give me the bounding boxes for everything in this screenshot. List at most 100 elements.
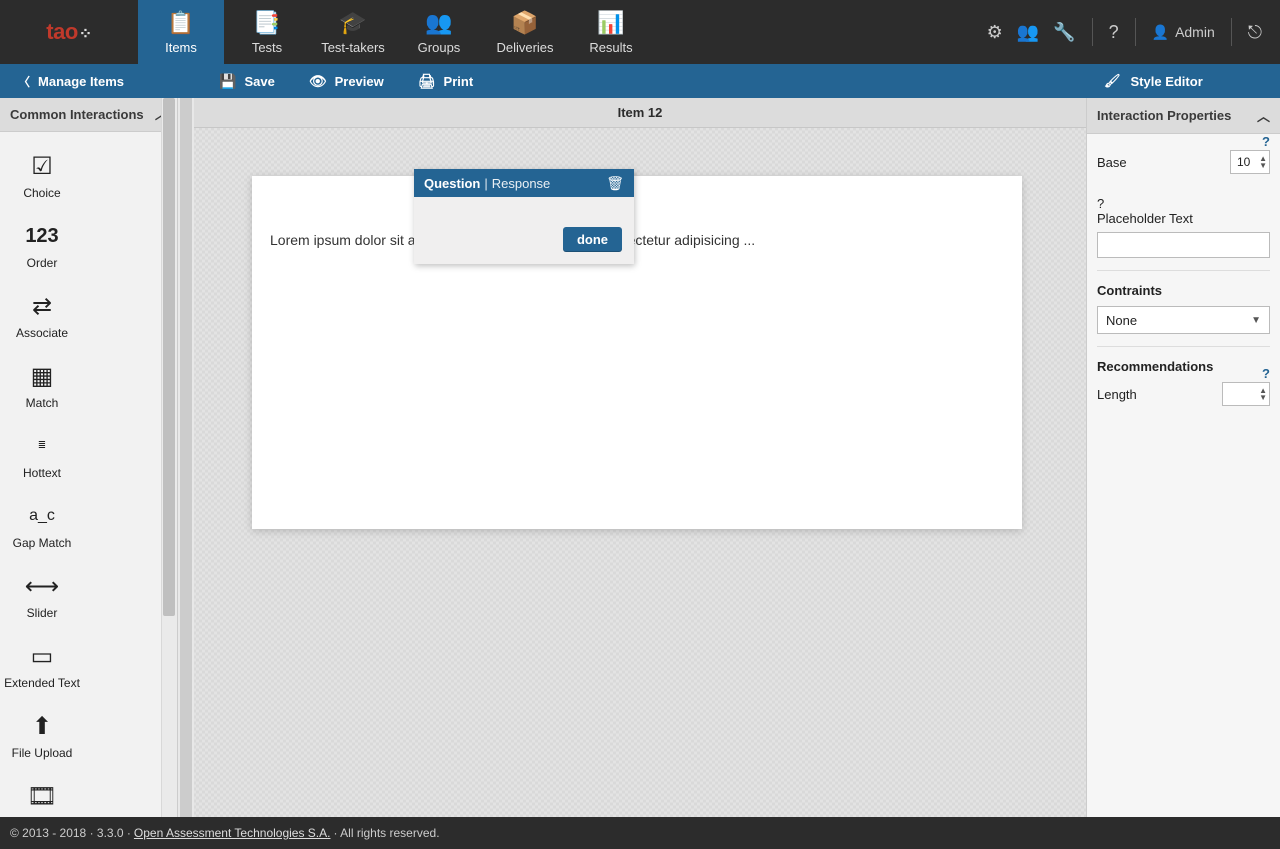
spinner-icon[interactable]: ▲▼: [1259, 387, 1267, 401]
tab-question[interactable]: Question: [424, 176, 480, 191]
divider: [1092, 18, 1093, 46]
placeholder-input[interactable]: [1097, 232, 1270, 258]
left-panel: Common Interactions ︿ ☑ Choice 123 Order ⇄…: [0, 98, 178, 817]
fileupload-icon: ⬆: [32, 712, 52, 740]
palette-label: Choice: [23, 186, 60, 200]
palette-media[interactable]: 🎞Media: [2, 772, 82, 817]
nav-items-testtakers[interactable]: 🎓 Test-takers: [310, 0, 396, 64]
palette-order[interactable]: 123 Order: [2, 212, 82, 282]
top-tools: ⚙ 👥 🔧 ? 👤 Admin ⎋: [987, 0, 1280, 64]
user-icon: 👤: [1152, 24, 1169, 41]
length-label: Length: [1097, 387, 1137, 402]
palette-associate[interactable]: ⇄Associate: [2, 282, 82, 352]
canvas-title: Item 12: [194, 98, 1086, 128]
preview-label: Preview: [335, 74, 384, 89]
hottext-icon: ≣: [38, 432, 46, 460]
canvas: Item 12 Lorem ipsum dolor sit amet, cons…: [194, 98, 1086, 817]
nav-items-results[interactable]: 📊 Results: [568, 0, 654, 64]
style-editor-label: Style Editor: [1131, 74, 1203, 89]
users-icon[interactable]: 👥: [1017, 22, 1039, 43]
scrollbar[interactable]: [161, 98, 177, 817]
nav-items-tests[interactable]: 📑 Tests: [224, 0, 310, 64]
chevron-left-icon: 〈: [18, 73, 30, 90]
order-icon: 123: [25, 222, 58, 250]
deliveries-icon: 📦: [511, 10, 538, 36]
footer-link[interactable]: Open Assessment Technologies S.A.: [134, 826, 331, 840]
extendedtext-icon: ▭: [31, 642, 54, 670]
nav-label: Test-takers: [321, 40, 385, 55]
help-icon[interactable]: ?: [1109, 22, 1119, 43]
palette-match[interactable]: ▦Match: [2, 352, 82, 422]
palette-fileupload[interactable]: ⬆ File Upload: [2, 702, 82, 772]
nav-label: Items: [165, 40, 197, 55]
common-interactions-label: Common Interactions: [10, 107, 144, 122]
palette-slider[interactable]: ⟷Slider: [2, 562, 82, 632]
save-button[interactable]: 💾 Save: [219, 73, 275, 90]
testtakers-icon: 🎓: [339, 10, 366, 36]
palette-label: Associate: [16, 326, 68, 340]
item-paper[interactable]: [252, 176, 1022, 529]
settings-icon[interactable]: ⚙: [987, 22, 1003, 43]
base-label: Base: [1097, 155, 1127, 170]
palette-extendedtext[interactable]: ▭ Extended Text: [2, 632, 82, 702]
items-icon: 📋: [167, 10, 194, 36]
popup-header: Question | Response 🗑: [414, 169, 634, 197]
nav-label: Tests: [252, 40, 282, 55]
constraints-select[interactable]: None ▼: [1097, 306, 1270, 334]
base-input[interactable]: 10 ▲▼: [1230, 150, 1270, 174]
help-icon[interactable]: ?: [1262, 366, 1270, 381]
common-interactions-header[interactable]: Common Interactions ︿: [0, 98, 177, 132]
right-panel: Interaction Properties ︿ ? Base 10 ▲▼ ? …: [1086, 98, 1280, 817]
results-icon: 📊: [597, 10, 624, 36]
palette-label: Hottext: [23, 466, 61, 480]
chevron-down-icon: ▼: [1251, 315, 1261, 326]
nav-label: Groups: [418, 40, 461, 55]
gapmatch-icon: a_c: [29, 502, 55, 530]
nav-items-groups[interactable]: 👥 Groups: [396, 0, 482, 64]
length-input[interactable]: ▲▼: [1222, 382, 1270, 406]
footer-rights: · All rights reserved.: [333, 826, 439, 840]
print-button[interactable]: 🖨 Print: [418, 73, 473, 90]
scroll-gutter[interactable]: [178, 98, 194, 817]
interaction-popup: Question | Response 🗑 done: [414, 169, 634, 264]
admin-menu[interactable]: 👤 Admin: [1152, 24, 1215, 41]
groups-icon: 👥: [425, 10, 452, 36]
help-icon[interactable]: ?: [1262, 134, 1270, 149]
trash-icon[interactable]: 🗑: [606, 175, 624, 192]
footer-copyright: © 2013 - 2018 · 3.3.0 ·: [10, 826, 131, 840]
palette-label: Extended Text: [4, 676, 80, 690]
recommendations-label: Recommendations: [1097, 359, 1270, 374]
palette-label: File Upload: [12, 746, 73, 760]
brush-icon: 🖌: [1104, 73, 1121, 89]
palette-choice[interactable]: ☑ Choice: [2, 142, 82, 212]
divider: [1135, 18, 1136, 46]
done-button[interactable]: done: [563, 227, 622, 252]
back-label: Manage Items: [38, 74, 124, 89]
top-nav: tao⁘ 📋 Items 📑 Tests 🎓 Test-takers 👥 Gro…: [0, 0, 1280, 64]
action-bar: 〈 Manage Items 💾 Save 👁 Preview 🖨 Print …: [0, 64, 1280, 98]
wrench-icon[interactable]: 🔧: [1053, 22, 1075, 43]
palette-label: Slider: [27, 606, 58, 620]
tab-response[interactable]: Response: [492, 176, 551, 191]
back-manage-items[interactable]: 〈 Manage Items: [0, 73, 195, 90]
choice-icon: ☑: [31, 152, 53, 180]
logo[interactable]: tao⁘: [0, 0, 138, 64]
palette-hottext[interactable]: ≣ Hottext: [2, 422, 82, 492]
nav-items-deliveries[interactable]: 📦 Deliveries: [482, 0, 568, 64]
preview-button[interactable]: 👁 Preview: [309, 73, 384, 90]
palette-gapmatch[interactable]: a_c Gap Match: [2, 492, 82, 562]
palette-label: Order: [27, 256, 58, 270]
base-value: 10: [1237, 155, 1250, 169]
interaction-properties-header[interactable]: Interaction Properties ︿: [1087, 98, 1280, 134]
style-editor-button[interactable]: 🖌 Style Editor: [1086, 73, 1280, 89]
logout-icon[interactable]: ⎋: [1248, 22, 1262, 43]
preview-icon: 👁: [309, 73, 327, 90]
save-label: Save: [244, 74, 274, 89]
media-icon: 🎞: [27, 782, 57, 810]
spinner-icon[interactable]: ▲▼: [1259, 155, 1267, 169]
palette-label: Gap Match: [13, 536, 72, 550]
nav-items-items[interactable]: 📋 Items: [138, 0, 224, 64]
chevron-up-icon: ︿: [1257, 106, 1270, 125]
help-icon[interactable]: ?: [1097, 196, 1104, 211]
interaction-properties-label: Interaction Properties: [1097, 108, 1231, 123]
